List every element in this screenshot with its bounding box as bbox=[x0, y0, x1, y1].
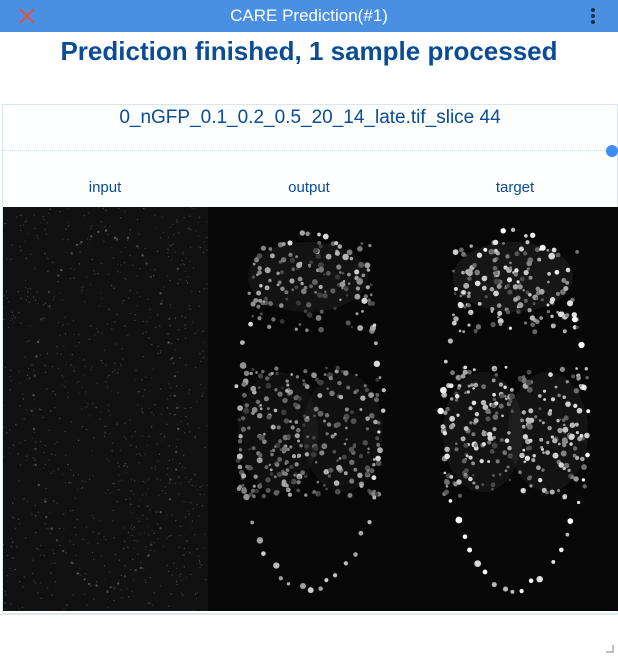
page-heading: Prediction finished, 1 sample processed bbox=[60, 36, 558, 66]
prediction-panel: 0_nGFP_0.1_0.2_0.5_20_14_late.tif_slice … bbox=[2, 104, 618, 614]
output-image bbox=[208, 207, 413, 611]
bottom-divider bbox=[0, 614, 618, 615]
close-icon[interactable] bbox=[18, 7, 36, 25]
slice-slider-handle[interactable] bbox=[606, 145, 618, 157]
file-title: 0_nGFP_0.1_0.2_0.5_20_14_late.tif_slice … bbox=[119, 107, 501, 128]
window-title: CARE Prediction(#1) bbox=[230, 6, 388, 25]
column-label-input: input bbox=[88, 179, 122, 196]
vertical-dots-menu-icon[interactable] bbox=[584, 6, 602, 26]
column-label-target: target bbox=[495, 179, 535, 196]
resize-grip-icon[interactable] bbox=[606, 645, 614, 653]
target-image bbox=[413, 207, 618, 611]
input-image bbox=[3, 207, 208, 611]
slice-slider-track[interactable] bbox=[3, 150, 605, 151]
window-titlebar: CARE Prediction(#1) bbox=[0, 0, 618, 32]
column-label-output: output bbox=[288, 179, 330, 196]
